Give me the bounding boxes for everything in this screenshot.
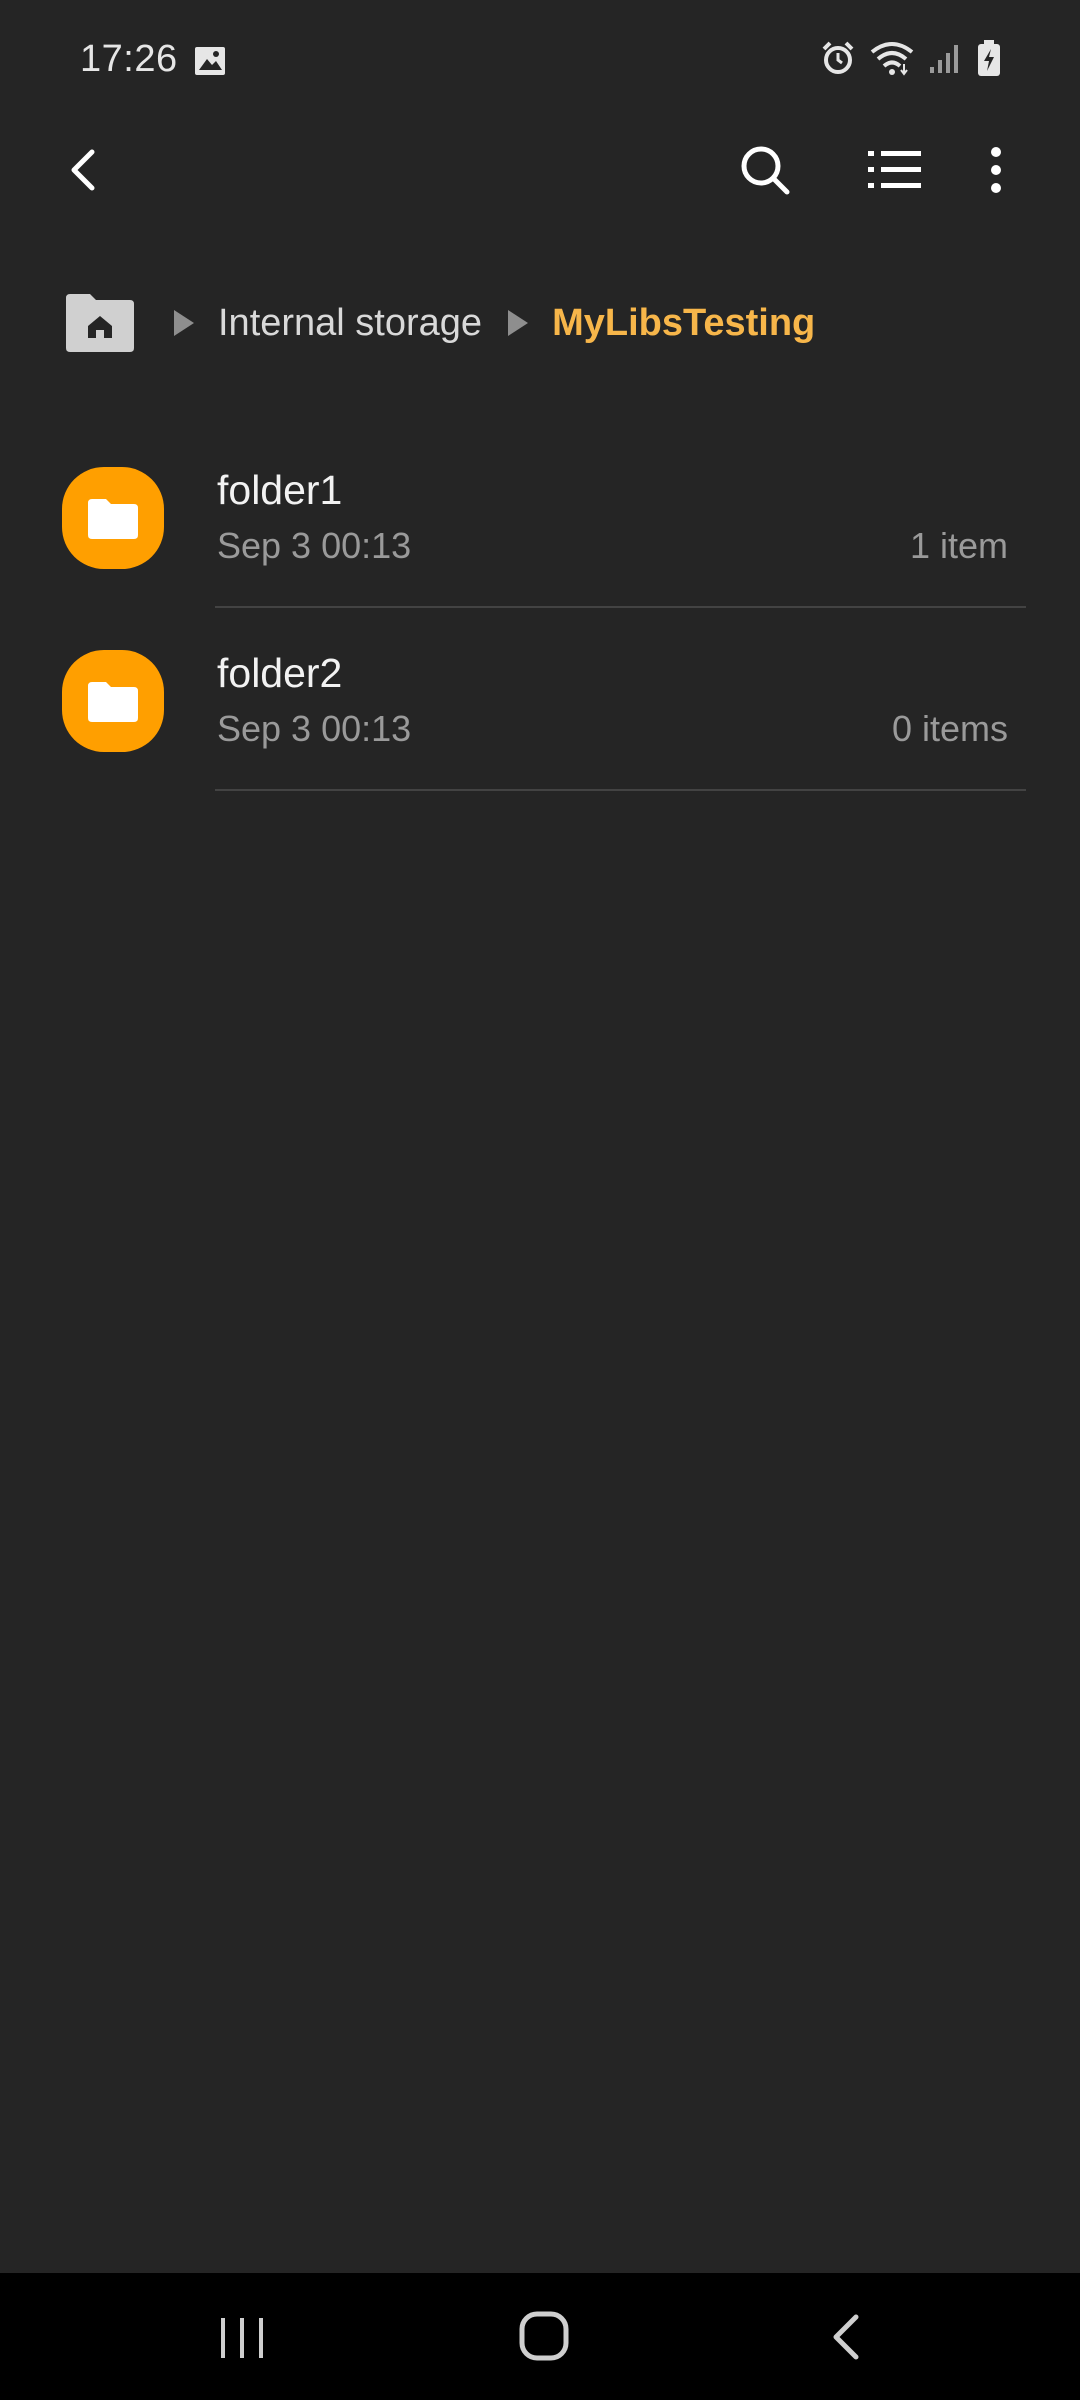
recents-icon[interactable]: [214, 2313, 270, 2363]
file-manager-screen: 17:26 Internal storage MyLibsTesting fol…: [0, 0, 1080, 2400]
gallery-icon: [195, 47, 225, 75]
file-item-count: 1 item: [909, 525, 1008, 566]
file-name: folder2: [217, 650, 343, 696]
back-arrow-icon[interactable]: [56, 140, 116, 200]
alarm-icon: [820, 40, 856, 81]
list-item[interactable]: folder2 Sep 3 00:13 0 items: [0, 608, 1080, 791]
breadcrumb-separator-icon: [174, 310, 194, 336]
status-icons: [820, 39, 1002, 82]
battery-charging-icon: [976, 39, 1002, 82]
folder-icon: [62, 467, 164, 569]
file-item-count: 0 items: [891, 708, 1008, 749]
list-item[interactable]: folder1 Sep 3 00:13 1 item: [0, 425, 1080, 608]
breadcrumb-internal-storage[interactable]: Internal storage: [218, 302, 482, 345]
breadcrumb: Internal storage MyLibsTesting: [64, 288, 815, 358]
toolbar: [0, 120, 1080, 220]
status-bar: 17:26: [0, 0, 1080, 120]
file-list: folder1 Sep 3 00:13 1 item folder2 Sep 3…: [0, 425, 1080, 791]
divider: [215, 789, 1026, 791]
folder-icon: [62, 650, 164, 752]
breadcrumb-current-folder[interactable]: MyLibsTesting: [552, 302, 815, 345]
home-folder-icon[interactable]: [64, 292, 136, 354]
navigation-bar: [0, 2273, 1080, 2400]
file-name: folder1: [217, 467, 343, 513]
more-vertical-icon[interactable]: [970, 138, 1022, 202]
breadcrumb-separator-icon: [508, 310, 529, 336]
search-icon[interactable]: [733, 138, 797, 202]
back-icon[interactable]: [826, 2311, 866, 2363]
list-view-icon[interactable]: [862, 138, 926, 202]
home-icon[interactable]: [517, 2309, 571, 2363]
file-date: Sep 3 00:13: [217, 525, 412, 566]
wifi-icon: [870, 40, 914, 81]
file-date: Sep 3 00:13: [217, 708, 412, 749]
status-time: 17:26: [80, 38, 178, 80]
signal-icon: [928, 41, 962, 80]
